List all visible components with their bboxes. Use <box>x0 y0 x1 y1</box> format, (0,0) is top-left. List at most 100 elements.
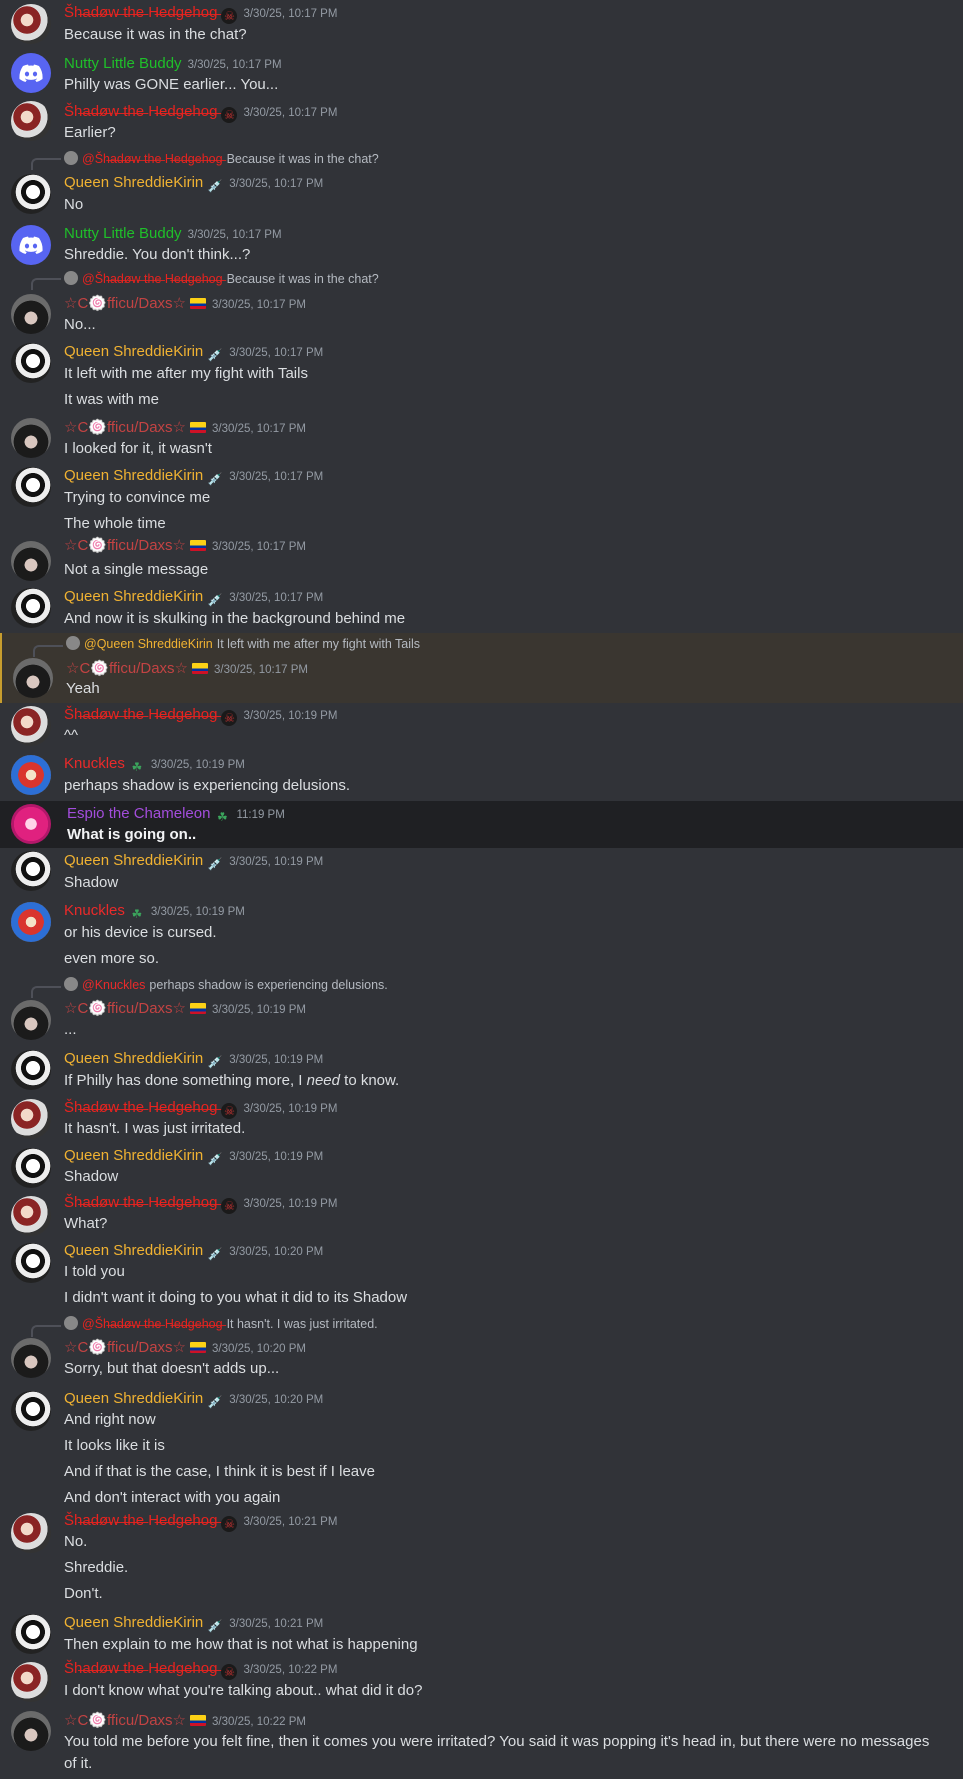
reply-avatar <box>64 151 78 165</box>
reply-preview[interactable]: @Queen ShreddieKirin It left with me afte… <box>66 636 420 651</box>
avatar[interactable] <box>11 1614 51 1654</box>
avatar[interactable] <box>11 851 51 891</box>
username[interactable]: ☆C🍥fficu/Daxs☆ <box>64 537 186 554</box>
username[interactable]: Nutty Little Buddy <box>64 225 182 242</box>
avatar[interactable] <box>11 225 51 265</box>
username[interactable]: Nutty Little Buddy <box>64 55 182 72</box>
message-text: It looks like it is <box>64 1437 165 1454</box>
clover-badge-icon: ☘ <box>217 810 228 824</box>
avatar[interactable] <box>11 1196 51 1236</box>
avatar[interactable] <box>11 174 51 214</box>
username[interactable]: Queen ShreddieKirin <box>64 852 203 869</box>
timestamp: 3/30/25, 10:19 PM <box>229 856 324 868</box>
message-highlighted: @Queen ShreddieKirin It left with me afte… <box>0 633 963 703</box>
avatar[interactable] <box>11 53 51 93</box>
message-text: Don't. <box>64 1585 103 1602</box>
message-text: Yeah <box>66 680 100 697</box>
username[interactable]: Queen ShreddieKirin <box>64 343 203 360</box>
username[interactable]: Queen ShreddieKirin <box>64 1390 203 1407</box>
syringe-badge-icon: 💉 <box>207 593 223 607</box>
username[interactable]: ☆C🍥fficu/Daxs☆ <box>64 419 186 436</box>
username[interactable]: ☆C🍥fficu/Daxs☆ <box>66 660 188 677</box>
avatar[interactable] <box>11 1000 51 1040</box>
username[interactable]: Queen ShreddieKirin <box>64 174 203 191</box>
timestamp: 3/30/25, 10:17 PM <box>187 59 282 71</box>
username[interactable]: ☆C🍥fficu/Daxs☆ <box>64 1712 186 1729</box>
avatar[interactable] <box>11 1391 51 1431</box>
avatar[interactable] <box>11 294 51 334</box>
timestamp: 3/30/25, 10:21 PM <box>229 1618 324 1630</box>
avatar[interactable] <box>11 588 51 628</box>
avatar[interactable] <box>11 804 51 844</box>
avatar[interactable] <box>11 1050 51 1090</box>
message-text: Shreddie. <box>64 1559 129 1576</box>
avatar[interactable] <box>11 101 51 141</box>
avatar[interactable] <box>11 1338 51 1378</box>
reply-preview[interactable]: @Šh̶a̶d̶ø̶w̶ t̶h̶e̶ H̶e̶d̶g̶e̶h̶o̶g̶ Beca… <box>64 271 379 286</box>
username[interactable]: ☆C🍥fficu/Daxs☆ <box>64 1000 186 1017</box>
username[interactable]: Espio the Chameleon <box>67 805 210 822</box>
message-text: ... <box>64 1021 77 1038</box>
reply-mention: @Šh̶a̶d̶ø̶w̶ t̶h̶e̶ H̶e̶d̶g̶e̶h̶o̶g̶ <box>82 152 223 166</box>
username[interactable]: Queen ShreddieKirin <box>64 1050 203 1067</box>
username[interactable]: Šh̶a̶d̶ø̶w̶ t̶h̶e̶ H̶e̶d̶g̶e̶h̶o̶g̶ <box>64 706 217 723</box>
syringe-badge-icon: 💉 <box>207 348 223 362</box>
reply-mention: @Queen ShreddieKirin <box>84 637 213 651</box>
message: Queen ShreddieKirin 💉 3/30/25, 10:19 PM Sh… <box>0 848 963 898</box>
avatar[interactable] <box>13 658 53 698</box>
message: @Šh̶a̶d̶ø̶w̶ t̶h̶e̶ H̶e̶d̶g̶e̶h̶o̶g̶ It h… <box>0 1313 963 1389</box>
username[interactable]: ☆C🍥fficu/Daxs☆ <box>64 295 186 312</box>
username[interactable]: ☆C🍥fficu/Daxs☆ <box>64 1339 186 1356</box>
flag-badge-icon <box>190 540 206 551</box>
avatar[interactable] <box>11 1662 51 1702</box>
avatar[interactable] <box>11 418 51 458</box>
avatar[interactable] <box>11 755 51 795</box>
flag-badge-icon <box>190 422 206 433</box>
message-text: What? <box>64 1215 108 1232</box>
message: Knuckles ☘ 3/30/25, 10:19 PM or his device… <box>0 898 963 974</box>
username[interactable]: Šh̶a̶d̶ø̶w̶ t̶h̶e̶ H̶e̶d̶g̶e̶h̶o̶g̶ <box>64 103 217 120</box>
emphasis-text: need <box>306 1072 340 1089</box>
message-text: And don't interact with you again <box>64 1489 281 1506</box>
username[interactable]: Šh̶a̶d̶ø̶w̶ t̶h̶e̶ H̶e̶d̶g̶e̶h̶o̶g̶ <box>64 4 217 21</box>
message-text: You told me before you felt fine, then i… <box>64 1733 930 1772</box>
avatar[interactable] <box>11 1148 51 1188</box>
avatar[interactable] <box>11 1711 51 1751</box>
username[interactable]: Queen ShreddieKirin <box>64 1242 203 1259</box>
username[interactable]: Knuckles <box>64 755 125 772</box>
username[interactable]: Šh̶a̶d̶ø̶w̶ t̶h̶e̶ H̶e̶d̶g̶e̶h̶o̶g̶ <box>64 1512 217 1529</box>
username[interactable]: Knuckles <box>64 902 125 919</box>
avatar[interactable] <box>11 467 51 507</box>
avatar[interactable] <box>11 1243 51 1283</box>
username[interactable]: Šh̶a̶d̶ø̶w̶ t̶h̶e̶ H̶e̶d̶g̶e̶h̶o̶g̶ <box>64 1660 217 1677</box>
message-text: perhaps shadow is experiencing delusions… <box>64 777 351 794</box>
syringe-badge-icon: 💉 <box>207 857 223 871</box>
syringe-badge-icon: 💉 <box>207 179 223 193</box>
avatar[interactable] <box>11 343 51 383</box>
avatar[interactable] <box>11 541 51 581</box>
message: Nutty Little Buddy 3/30/25, 10:17 PM Phil… <box>0 48 963 96</box>
reply-preview[interactable]: @Šh̶a̶d̶ø̶w̶ t̶h̶e̶ H̶e̶d̶g̶e̶h̶o̶g̶ It h… <box>64 1316 378 1331</box>
message: ☆C🍥fficu/Daxs☆ 3/30/25, 10:22 PM You told… <box>0 1707 963 1779</box>
username[interactable]: Queen ShreddieKirin <box>64 1614 203 1631</box>
message-text: I don't know what you're talking about..… <box>64 1682 423 1699</box>
reply-preview[interactable]: @Šh̶a̶d̶ø̶w̶ t̶h̶e̶ H̶e̶d̶g̶e̶h̶o̶g̶ Beca… <box>64 151 379 166</box>
timestamp: 3/30/25, 10:17 PM <box>229 592 324 604</box>
avatar[interactable] <box>11 706 51 746</box>
skull-badge-icon: ☠ <box>221 1664 238 1680</box>
syringe-badge-icon: 💉 <box>207 1152 223 1166</box>
username[interactable]: Queen ShreddieKirin <box>64 588 203 605</box>
username[interactable]: Šh̶a̶d̶ø̶w̶ t̶h̶e̶ H̶e̶d̶g̶e̶h̶o̶g̶ <box>64 1099 217 1116</box>
message-text: I didn't want it doing to you what it di… <box>64 1289 408 1306</box>
message-text: Because it was in the chat? <box>64 26 247 43</box>
avatar[interactable] <box>11 4 51 44</box>
reply-text: It hasn't. I was just irritated. <box>226 1317 378 1331</box>
message: Šh̶a̶d̶ø̶w̶ t̶h̶e̶ H̶e̶d̶g̶e̶h̶o̶g̶ ☠ 3/30… <box>0 1511 963 1611</box>
username[interactable]: Queen ShreddieKirin <box>64 1147 203 1164</box>
reply-preview[interactable]: @Knuckles perhaps shadow is experiencing … <box>64 977 388 992</box>
username[interactable]: Queen ShreddieKirin <box>64 467 203 484</box>
avatar[interactable] <box>11 1513 51 1553</box>
username[interactable]: Šh̶a̶d̶ø̶w̶ t̶h̶e̶ H̶e̶d̶g̶e̶h̶o̶g̶ <box>64 1194 217 1211</box>
avatar[interactable] <box>11 902 51 942</box>
avatar[interactable] <box>11 1099 51 1139</box>
